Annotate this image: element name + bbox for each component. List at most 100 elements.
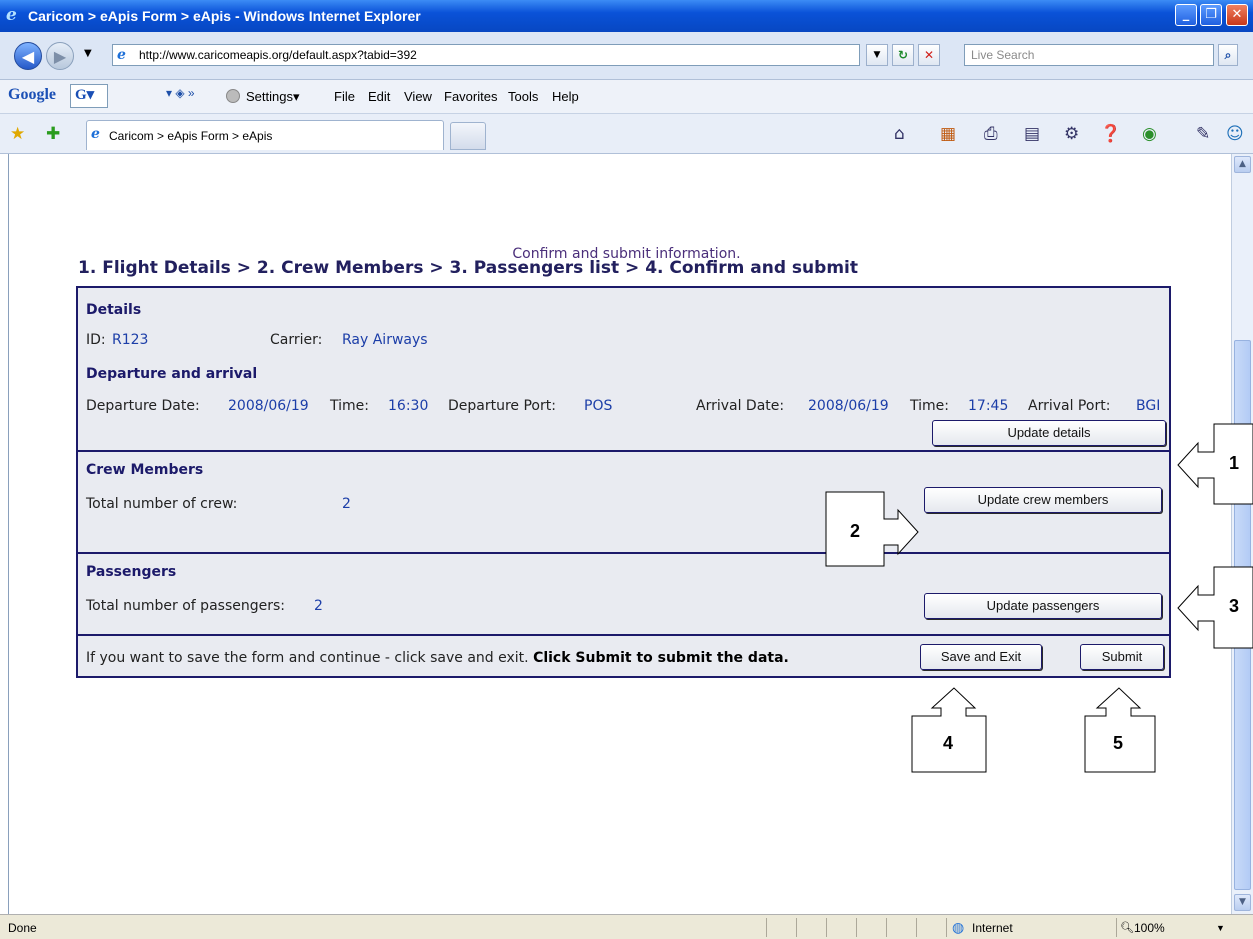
settings-gear-icon[interactable] bbox=[226, 89, 240, 103]
callout-label-4: 4 bbox=[943, 733, 954, 753]
maximize-button[interactable]: ❐ bbox=[1200, 4, 1222, 26]
submit-button[interactable]: Submit bbox=[1080, 644, 1164, 670]
zoom-level[interactable]: 100% bbox=[1134, 921, 1165, 935]
menu-favorites[interactable]: Favorites bbox=[444, 89, 497, 104]
departure-time-label: Time: bbox=[330, 398, 369, 414]
help-icon[interactable]: ❓ bbox=[1100, 124, 1121, 144]
arrival-port-label: Arrival Port: bbox=[1028, 398, 1111, 414]
messenger-icon[interactable]: ☺ bbox=[1226, 124, 1244, 144]
menu-file[interactable]: File bbox=[334, 89, 355, 104]
back-button[interactable]: ◀ bbox=[14, 42, 42, 70]
research-icon[interactable]: ✎ bbox=[1196, 124, 1210, 144]
crew-total-label: Total number of crew: bbox=[86, 496, 238, 512]
footer-text: If you want to save the form and continu… bbox=[86, 650, 529, 666]
page-subtitle: Confirm and submit information. bbox=[512, 246, 741, 262]
browser-window: e Caricom > eApis Form > eApis - Windows… bbox=[0, 0, 1253, 939]
status-divider bbox=[796, 918, 797, 937]
menu-help[interactable]: Help bbox=[552, 89, 579, 104]
callout-label-1: 1 bbox=[1229, 453, 1240, 473]
footer-instructions: If you want to save the form and continu… bbox=[86, 650, 789, 666]
add-favorite-icon[interactable]: ✚ bbox=[46, 124, 60, 144]
save-and-exit-button[interactable]: Save and Exit bbox=[920, 644, 1042, 670]
address-toolbar: ◀ ▶ ▼ e http://www.caricomeapis.org/defa… bbox=[0, 32, 1253, 80]
arrival-time-value: 17:45 bbox=[968, 398, 1009, 414]
departure-date-value: 2008/06/19 bbox=[228, 398, 309, 414]
url-text: http://www.caricomeapis.org/default.aspx… bbox=[139, 48, 417, 62]
update-crew-button[interactable]: Update crew members bbox=[924, 487, 1162, 513]
favorites-star-icon[interactable]: ★ bbox=[10, 124, 25, 144]
departure-arrival-heading: Departure and arrival bbox=[86, 366, 258, 382]
scroll-up-icon[interactable]: ▲ bbox=[1234, 156, 1251, 173]
zoom-icon[interactable]: 🔍︎ bbox=[1120, 921, 1134, 934]
arrival-time-label: Time: bbox=[910, 398, 949, 414]
stop-icon[interactable]: ✕ bbox=[918, 44, 940, 66]
tab-row: ★ ✚ e Caricom > eApis Form > eApis ⌂ ▦ ⎙… bbox=[0, 114, 1253, 154]
scroll-down-icon[interactable]: ▼ bbox=[1234, 894, 1251, 911]
window-title: Caricom > eApis Form > eApis - Windows I… bbox=[28, 8, 421, 24]
crew-heading: Crew Members bbox=[86, 462, 204, 478]
settings-menu[interactable]: Settings▾ bbox=[246, 89, 300, 105]
status-divider bbox=[916, 918, 917, 937]
skype-icon[interactable]: ◉ bbox=[1142, 124, 1157, 144]
history-dropdown-icon[interactable]: ▼ bbox=[84, 48, 92, 59]
id-value: R123 bbox=[112, 332, 149, 348]
search-input[interactable]: Live Search bbox=[964, 44, 1214, 66]
zoom-dropdown-icon[interactable]: ▼ bbox=[1216, 923, 1225, 933]
details-section: Details ID: R123 Carrier: Ray Airways De… bbox=[78, 288, 1169, 452]
passengers-total-label: Total number of passengers: bbox=[86, 598, 285, 614]
status-divider bbox=[766, 918, 767, 937]
ie-logo-icon: e bbox=[6, 5, 17, 25]
arrival-date-label: Arrival Date: bbox=[696, 398, 785, 414]
status-text: Done bbox=[8, 921, 37, 935]
feeds-icon[interactable]: ▦ bbox=[940, 124, 956, 144]
forward-button[interactable]: ▶ bbox=[46, 42, 74, 70]
print-icon[interactable]: ⎙ bbox=[984, 124, 998, 144]
status-divider bbox=[946, 918, 947, 937]
page-menu-icon[interactable]: ▤ bbox=[1024, 124, 1040, 144]
confirm-panel: Details ID: R123 Carrier: Ray Airways De… bbox=[76, 286, 1171, 678]
crew-section: Crew Members Total number of crew: 2 Upd… bbox=[78, 452, 1169, 554]
minimize-button[interactable]: _ bbox=[1175, 4, 1197, 26]
menu-edit[interactable]: Edit bbox=[368, 89, 390, 104]
tab-label: Caricom > eApis Form > eApis bbox=[109, 129, 273, 143]
footer-bold-text: Click Submit to submit the data. bbox=[533, 650, 789, 666]
status-divider bbox=[856, 918, 857, 937]
new-tab-button[interactable] bbox=[450, 122, 486, 150]
status-divider bbox=[1116, 918, 1117, 937]
search-icon[interactable]: ⌕ bbox=[1218, 44, 1238, 66]
passengers-section: Passengers Total number of passengers: 2… bbox=[78, 556, 1169, 636]
update-details-button[interactable]: Update details bbox=[932, 420, 1166, 446]
update-passengers-button[interactable]: Update passengers bbox=[924, 593, 1162, 619]
menu-view[interactable]: View bbox=[404, 89, 432, 104]
google-dropdown-icon[interactable]: ▾ ◈ » bbox=[166, 86, 195, 100]
callout-label-2: 2 bbox=[850, 521, 861, 541]
passengers-total-value: 2 bbox=[314, 598, 323, 614]
google-toolbar: Google G▾ ▾ ◈ » Settings▾ File Edit View… bbox=[0, 80, 1253, 114]
callout-label-5: 5 bbox=[1113, 733, 1124, 753]
address-input[interactable]: e http://www.caricomeapis.org/default.as… bbox=[112, 44, 860, 66]
departure-date-label: Departure Date: bbox=[86, 398, 200, 414]
google-logo: Google bbox=[8, 86, 56, 103]
arrival-date-value: 2008/06/19 bbox=[808, 398, 889, 414]
status-divider bbox=[886, 918, 887, 937]
home-icon[interactable]: ⌂ bbox=[894, 124, 905, 144]
tab-caricom[interactable]: e Caricom > eApis Form > eApis bbox=[86, 120, 444, 150]
internet-zone-icon: ◍ bbox=[952, 919, 965, 935]
menu-tools[interactable]: Tools bbox=[508, 89, 538, 104]
status-bar: Done ◍ Internet 🔍︎ 100% ▼ bbox=[0, 914, 1253, 939]
title-bar: e Caricom > eApis Form > eApis - Windows… bbox=[0, 0, 1253, 32]
page-icon: e bbox=[117, 47, 126, 63]
google-search-box[interactable]: G▾ bbox=[70, 84, 108, 108]
address-dropdown-icon[interactable]: ▼ bbox=[866, 44, 888, 66]
tab-page-icon: e bbox=[91, 126, 100, 142]
refresh-icon[interactable]: ↻ bbox=[892, 44, 914, 66]
id-label: ID: bbox=[86, 332, 106, 348]
vertical-scrollbar[interactable]: ▲ ▼ bbox=[1231, 154, 1253, 914]
tools-gear-icon[interactable]: ⚙ bbox=[1064, 124, 1079, 144]
close-button[interactable]: ✕ bbox=[1226, 4, 1248, 26]
callout-label-3: 3 bbox=[1229, 596, 1240, 616]
departure-port-value: POS bbox=[584, 398, 613, 414]
carrier-label: Carrier: bbox=[270, 332, 323, 348]
details-heading: Details bbox=[86, 302, 142, 318]
status-divider bbox=[826, 918, 827, 937]
